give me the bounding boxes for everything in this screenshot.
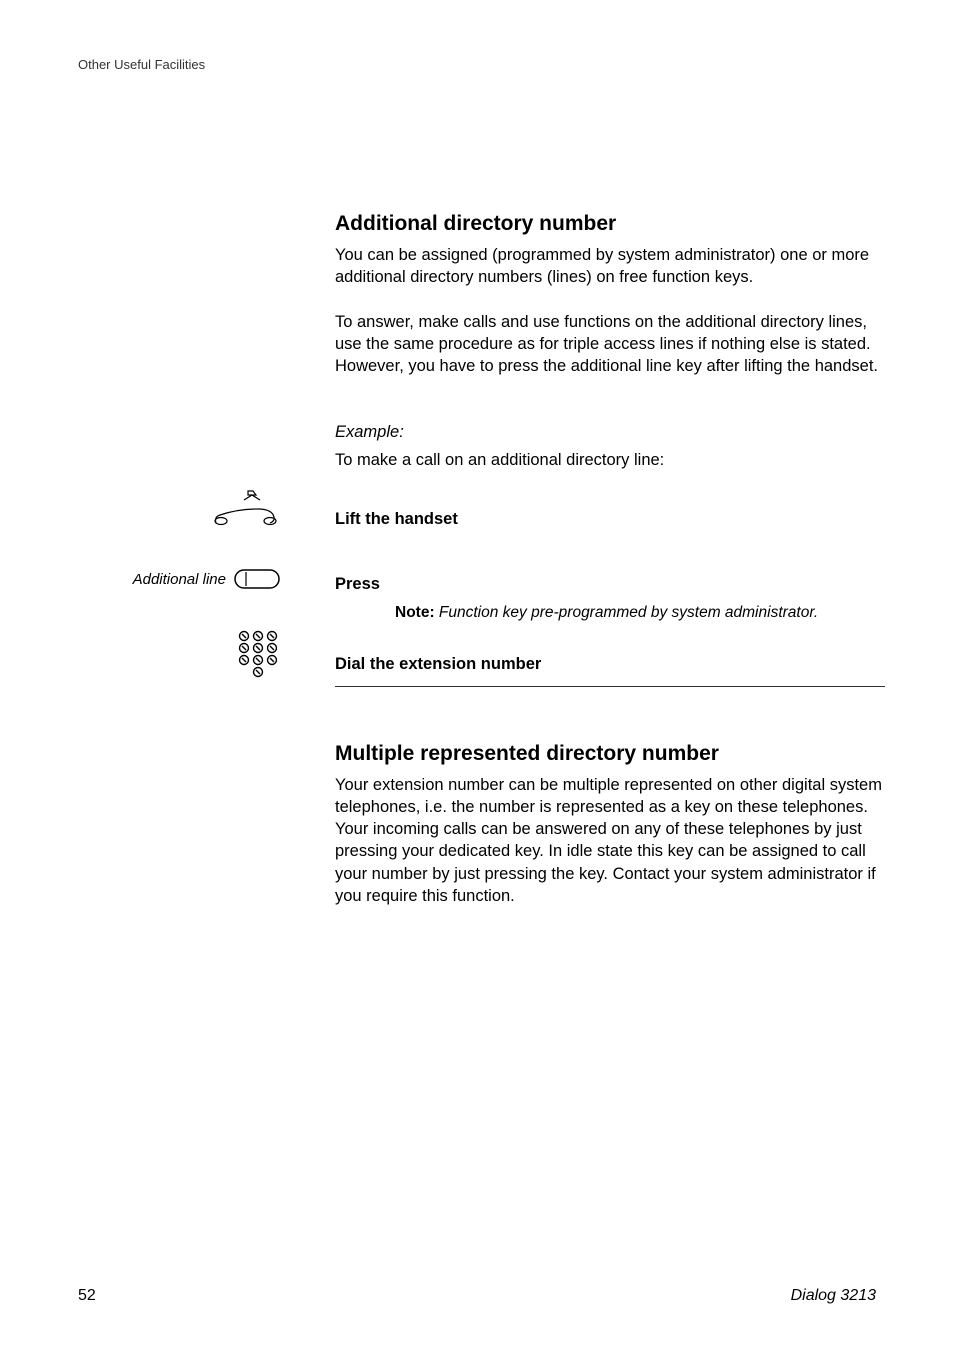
lift-handset-icon	[208, 489, 280, 529]
example-text: To make a call on an additional director…	[335, 449, 885, 471]
example-label: Example:	[335, 421, 885, 443]
additional-line-button-row: Additional line	[100, 567, 280, 591]
page-number: 52	[78, 1287, 96, 1305]
para-additional-1: You can be assigned (programmed by syste…	[335, 244, 885, 289]
step-dial-extension: Dial the extension number	[335, 653, 885, 675]
step-lift-handset: Lift the handset	[335, 508, 885, 530]
para-multiple-represented: Your extension number can be multiple re…	[335, 774, 885, 908]
function-key-icon	[234, 569, 280, 589]
note-text: Function key pre-programmed by system ad…	[435, 604, 819, 621]
para-additional-2: To answer, make calls and use functions …	[335, 311, 885, 378]
model-name: Dialog 3213	[791, 1287, 876, 1305]
page-footer: 52 Dialog 3213	[78, 1287, 876, 1305]
section-title-additional-directory: Additional directory number	[335, 212, 885, 236]
section-title-multiple-represented: Multiple represented directory number	[335, 742, 885, 766]
note-line: Note: Function key pre-programmed by sys…	[395, 603, 885, 624]
section-divider	[335, 686, 885, 687]
additional-line-label: Additional line	[133, 571, 226, 588]
step-press: Press	[335, 573, 885, 595]
keypad-icon	[236, 630, 280, 678]
note-label: Note:	[395, 604, 435, 621]
page-header: Other Useful Facilities	[78, 57, 876, 72]
